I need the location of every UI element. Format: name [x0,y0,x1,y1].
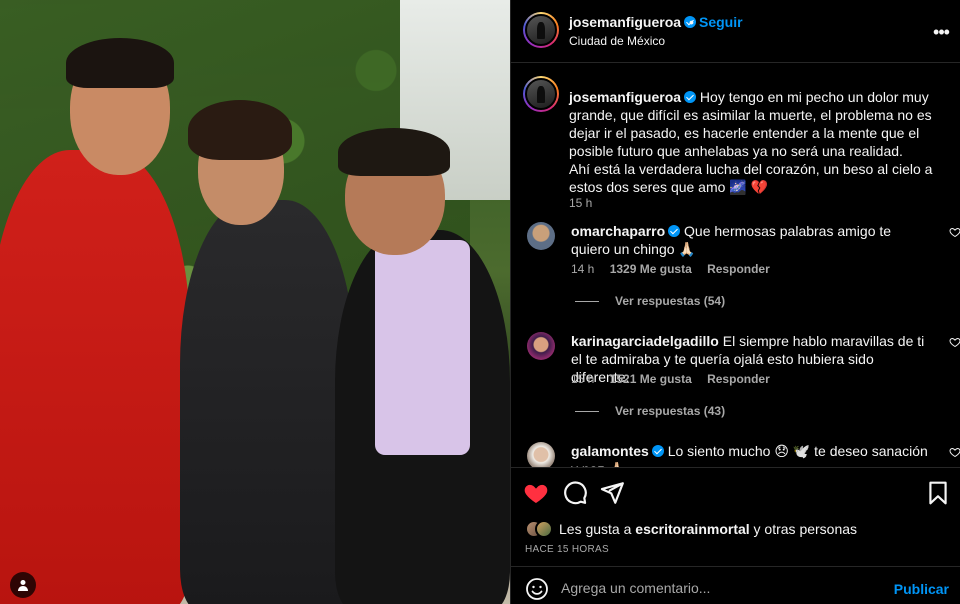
author-username[interactable]: josemanfigueroa [569,14,697,30]
more-options-button[interactable]: ••• [931,22,951,42]
verified-badge-icon [668,225,681,237]
like-heart-icon[interactable] [523,480,549,506]
post-location[interactable]: Ciudad de México [569,34,665,48]
comment-input[interactable] [561,575,891,601]
caption-body-2: Ahí está la verdadera lucha del corazón,… [569,161,933,195]
view-replies-button[interactable]: Ver respuestas (43) [575,404,725,418]
comment-likes[interactable]: 1329 Me gusta [610,262,692,276]
comment-time[interactable]: 15 h [571,372,594,386]
save-bookmark-icon[interactable] [925,480,951,506]
comment-like-heart-icon[interactable] [949,336,960,348]
reply-button[interactable]: Responder [707,372,770,386]
user-icon [18,580,28,591]
commenter-avatar[interactable] [527,442,555,467]
author-avatar[interactable] [523,12,559,48]
photo-person-middle [180,200,355,604]
verified-badge-icon [651,445,664,457]
replies-line [575,301,599,303]
comment-username[interactable]: omarchaparro [571,223,665,239]
comment-time[interactable]: 14 h [571,262,594,276]
commenter-avatar[interactable] [527,222,555,250]
caption-author-avatar[interactable] [523,76,559,112]
replies-line [575,411,599,413]
comment-username[interactable]: galamontes [571,443,649,459]
photo-person-right-hair [338,128,450,176]
comment-text: galamontes Lo siento mucho 😞 🕊️ te deseo… [571,442,933,467]
tagged-users-button[interactable] [10,572,36,598]
caption-text: josemanfigueroa Hoy tengo en mi pecho un… [569,88,947,196]
post-header: josemanfigueroa • Seguir Ciudad de Méxic… [511,0,960,63]
photo-person-left-hair [66,38,174,88]
likes-summary: Les gusta a escritorainmortal y otras pe… [525,520,857,538]
caption-time[interactable]: 15 h [569,196,592,210]
view-replies-label: Ver respuestas (54) [615,294,726,308]
comment-username[interactable]: karinagarciadelgadillo [571,333,719,349]
add-comment-bar: Publicar [511,566,960,604]
comments-section[interactable]: josemanfigueroa Hoy tengo en mi pecho un… [511,64,960,467]
post-photo[interactable] [0,0,510,604]
post-details-panel: josemanfigueroa • Seguir Ciudad de Méxic… [510,0,960,604]
follow-button[interactable]: Seguir [699,14,743,30]
share-paper-plane-icon[interactable] [599,480,625,506]
comment-text: omarchaparro Que hermosas palabras amigo… [571,222,933,258]
photo-person-left [0,150,190,604]
photo-person-right-shirt [375,240,470,455]
comment-bubble-icon[interactable] [562,480,588,506]
follow-separator: • [689,14,694,30]
view-replies-label: Ver respuestas (43) [615,404,726,418]
reply-button[interactable]: Responder [707,262,770,276]
comment-likes[interactable]: 1521 Me gusta [610,372,692,386]
liker-avatar[interactable] [535,520,553,538]
publish-button[interactable]: Publicar [894,581,949,597]
post-time-ago[interactable]: HACE 15 HORAS [525,544,609,555]
comment-like-heart-icon[interactable] [949,226,960,238]
comment-like-heart-icon[interactable] [949,446,960,458]
caption-username[interactable]: josemanfigueroa [569,89,681,105]
view-replies-button[interactable]: Ver respuestas (54) [575,294,725,308]
verified-badge-icon [684,91,697,103]
emoji-icon[interactable] [525,577,549,601]
likes-text[interactable]: Les gusta a escritorainmortal y otras pe… [559,521,857,537]
commenter-avatar[interactable] [527,332,555,360]
like-heart-shape [524,484,548,503]
comment-meta: 14 h 1329 Me gusta Responder [571,262,782,276]
comment-meta: 15 h 1521 Me gusta Responder [571,372,782,386]
photo-person-middle-hair [188,100,292,160]
